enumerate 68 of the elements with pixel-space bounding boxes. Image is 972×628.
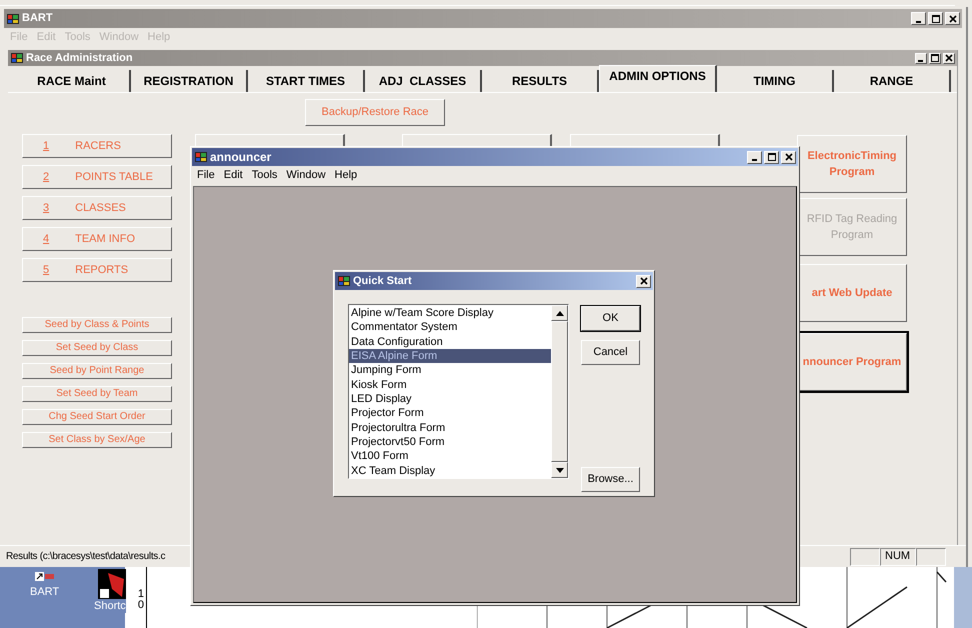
- window-title: Race Administration: [26, 50, 133, 66]
- button-label: REPORTS: [75, 262, 128, 278]
- close-icon[interactable]: [636, 274, 651, 288]
- menu-item[interactable]: Tools: [252, 167, 278, 184]
- button-label: POINTS TABLE: [75, 170, 153, 185]
- button-number: 5: [43, 262, 50, 278]
- dialog-button[interactable]: Browse...: [581, 467, 640, 492]
- app-icon: [194, 150, 208, 164]
- list-item[interactable]: Projectorvt50 Form: [349, 434, 551, 450]
- tab[interactable]: RANGE: [834, 70, 951, 92]
- desktop-background: [954, 567, 972, 628]
- list-item[interactable]: LED Display: [349, 392, 551, 406]
- tab[interactable]: ADMIN OPTIONS: [599, 65, 717, 92]
- list-box[interactable]: Alpine w/Team Score Display Commentator System Data Configuration EISA Alpine Form Jumping Form Kiosk Form LED Display Projector Form Projectorultra Form Projectorvt50 Form Vt100 Form XC Team Display: [348, 304, 569, 479]
- list-item[interactable]: XC Team Display: [349, 464, 551, 478]
- window-title: BART: [22, 11, 53, 26]
- ruler-label: 0: [138, 600, 144, 611]
- tab[interactable]: RACE Maint: [14, 70, 131, 92]
- button-label: RACERS: [75, 138, 121, 154]
- scroll-up-icon[interactable]: [551, 305, 568, 321]
- tab[interactable]: TIMING: [717, 70, 834, 92]
- menu-item[interactable]: Edit: [224, 167, 243, 184]
- dialog-button[interactable]: OK: [581, 306, 640, 331]
- button-number: 3: [43, 200, 50, 216]
- app-icon: [337, 274, 351, 288]
- tab[interactable]: START TIMES: [248, 70, 365, 92]
- list-item[interactable]: Jumping Form: [349, 363, 551, 378]
- tab[interactable]: ADJ CLASSES: [365, 70, 482, 92]
- app-icon: [6, 12, 20, 26]
- status-text: Results (c:\bracesys\test\data\results.c: [6, 550, 166, 564]
- scroll-thumb[interactable]: [551, 321, 568, 462]
- list-item[interactable]: Projectorultra Form: [349, 420, 551, 435]
- ruler-label: 1: [138, 589, 144, 600]
- desktop-icon-label[interactable]: BART: [30, 585, 60, 599]
- close-icon[interactable]: [943, 52, 955, 64]
- menu-item[interactable]: Window: [286, 167, 326, 184]
- menu-item[interactable]: Help: [334, 167, 358, 184]
- list-item[interactable]: Alpine w/Team Score Display: [349, 306, 551, 320]
- button-number: 2: [43, 170, 50, 185]
- tab[interactable]: REGISTRATION: [131, 70, 248, 92]
- list-item[interactable]: Projector Form: [349, 406, 551, 421]
- maximize-icon[interactable]: [928, 12, 943, 25]
- shortcut-icon: [34, 571, 55, 583]
- list-item[interactable]: Kiosk Form: [349, 378, 551, 392]
- menu-item[interactable]: File: [197, 167, 215, 184]
- close-icon[interactable]: [781, 150, 796, 164]
- dialog-title: Quick Start: [353, 274, 412, 289]
- desktop-icon-label[interactable]: Shortc: [94, 599, 126, 613]
- button-number: 4: [43, 232, 50, 247]
- minimize-icon[interactable]: [911, 12, 926, 25]
- num-indicator: NUM: [880, 548, 916, 566]
- list-item[interactable]: EISA Alpine Form: [349, 348, 551, 364]
- button-number: 1: [43, 138, 50, 154]
- list-item[interactable]: Vt100 Form: [349, 449, 551, 464]
- list-item[interactable]: Commentator System: [349, 320, 551, 335]
- minimize-icon[interactable]: [747, 150, 762, 164]
- minimize-icon[interactable]: [915, 52, 927, 64]
- button-label: TEAM INFO: [75, 232, 136, 247]
- button-label: CLASSES: [75, 200, 126, 216]
- list-item[interactable]: Data Configuration: [349, 334, 551, 349]
- scroll-down-icon[interactable]: [551, 462, 568, 478]
- window-title: announcer: [210, 149, 272, 166]
- dialog-button[interactable]: Cancel: [581, 340, 640, 365]
- maximize-icon[interactable]: [929, 52, 941, 64]
- app-icon: [10, 51, 24, 65]
- scrollbar[interactable]: [551, 305, 568, 478]
- maximize-icon[interactable]: [764, 150, 779, 164]
- close-icon[interactable]: [945, 12, 960, 25]
